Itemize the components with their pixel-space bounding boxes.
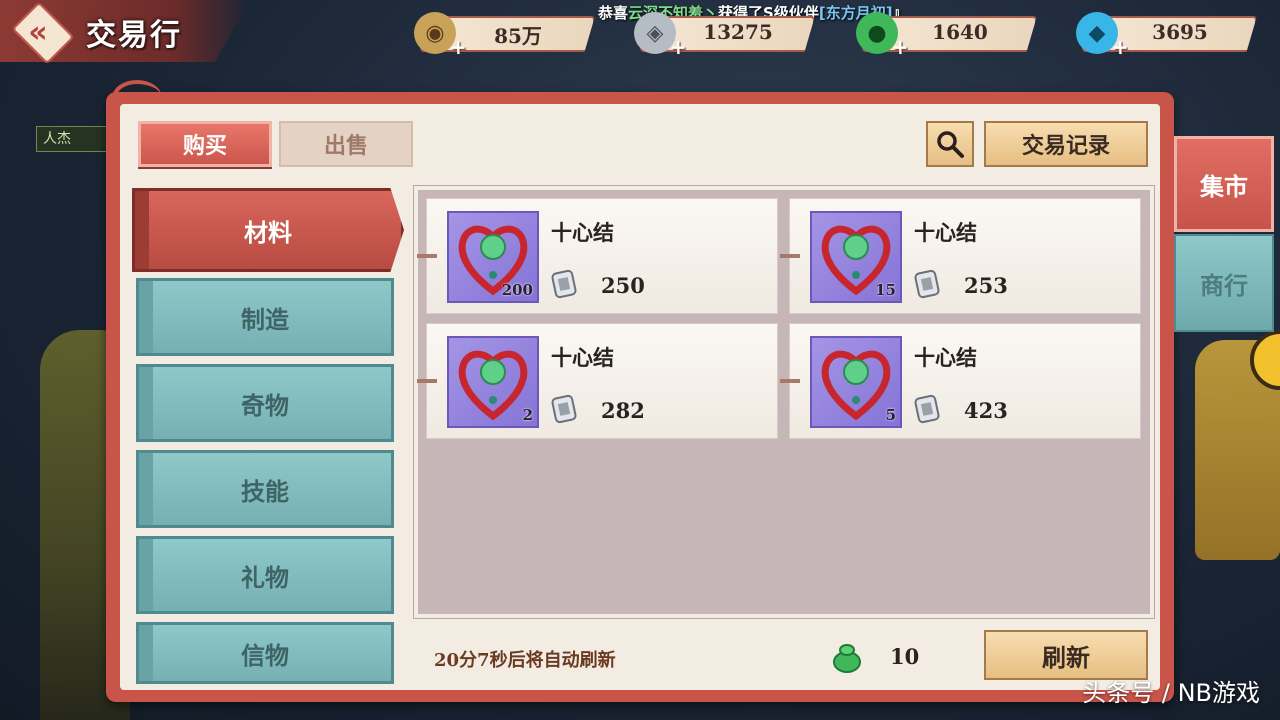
tab-sell[interactable]: 出售 [279,121,413,167]
item-price: 282 [601,398,645,423]
watermark: 头条号 / NB游戏 [1082,679,1260,707]
item-card[interactable]: 5 十心结 423 [780,323,1141,439]
card-connector [780,254,800,258]
currency-silver-value: 13275 [703,20,773,44]
heart-knot-icon: 5 [810,336,902,428]
back-arrow-icon[interactable]: « [18,12,58,52]
add-silver-button[interactable]: + [670,37,688,57]
add-gem-button[interactable]: + [1112,37,1130,57]
item-name: 十心结 [551,345,614,370]
card-connector [417,379,437,383]
search-button[interactable] [926,121,974,167]
item-quantity: 15 [875,281,896,299]
jade-pouch-icon [833,644,861,673]
item-name: 十心结 [551,220,614,245]
silver-token-icon [914,394,940,424]
category-curios[interactable]: 奇物 [136,364,394,442]
heart-knot-icon: 200 [447,211,539,303]
refresh-cost-value: 10 [890,644,920,669]
heart-knot-icon: 15 [810,211,902,303]
silver-token-icon [551,394,577,424]
add-jade-button[interactable]: + [892,37,910,57]
item-quantity: 5 [885,406,896,424]
page-title: 交易行 [86,18,182,53]
category-materials[interactable]: 材料 [132,188,404,272]
silver-token-icon [551,269,577,299]
item-quantity: 200 [501,281,533,299]
card-connector [780,379,800,383]
category-gifts[interactable]: 礼物 [136,536,394,614]
heart-knot-icon: 2 [447,336,539,428]
item-quantity: 2 [522,406,533,424]
trade-log-button[interactable]: 交易记录 [984,121,1148,167]
category-tokens[interactable]: 信物 [136,622,394,684]
tab-market[interactable]: 集市 [1174,136,1274,232]
item-price: 250 [601,273,645,298]
item-name: 十心结 [914,220,977,245]
background-name-tag: 人杰 [36,126,110,152]
item-card[interactable]: 200 十心结 250 [417,198,778,314]
category-skills[interactable]: 技能 [136,450,394,528]
tab-buy[interactable]: 购买 [138,121,272,167]
item-name: 十心结 [914,345,977,370]
tab-trading-house[interactable]: 商行 [1174,234,1274,332]
currency-copper-value: 85万 [494,24,542,48]
announcement-prefix: 恭喜 [598,4,629,22]
item-card[interactable]: 2 十心结 282 [417,323,778,439]
card-connector [417,254,437,258]
currency-gem-value: 3695 [1152,20,1208,44]
auto-refresh-timer: 20分7秒后将自动刷新 [434,650,616,671]
category-crafting[interactable]: 制造 [136,278,394,356]
item-card[interactable]: 15 十心结 253 [780,198,1141,314]
currency-jade-value: 1640 [932,20,988,44]
search-icon [937,131,964,158]
item-price: 423 [964,398,1008,423]
silver-token-icon [914,269,940,299]
add-copper-button[interactable]: + [450,37,468,57]
item-price: 253 [964,273,1008,298]
